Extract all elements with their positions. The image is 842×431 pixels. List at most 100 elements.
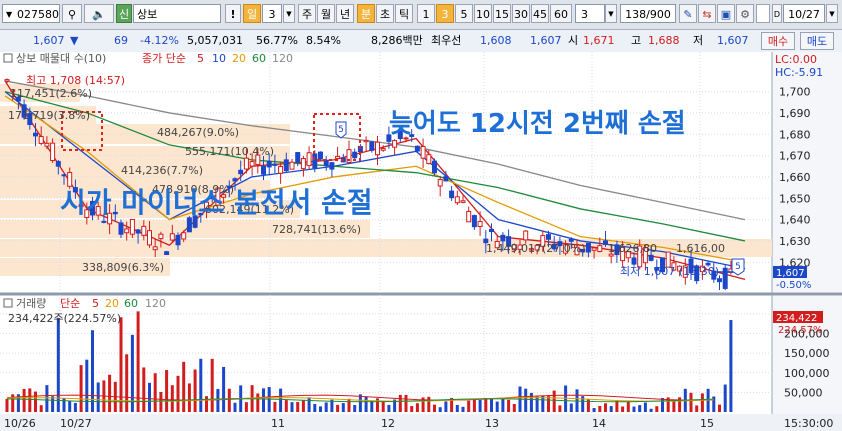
turnover-pct: 8.54% — [306, 34, 341, 47]
interval-30[interactable]: 30 — [512, 4, 530, 23]
ma-60: 60 — [252, 52, 266, 65]
volume-bar — [621, 406, 625, 412]
candle-body — [261, 165, 266, 175]
ma-label: 종가 단순 — [142, 52, 186, 65]
calendar-button[interactable]: D — [772, 4, 782, 23]
lc-label: LC:0.00 — [775, 53, 817, 66]
candle-body — [631, 257, 637, 265]
profile-label-10: 1,626,80 — [608, 242, 657, 255]
interval-10[interactable]: 10 — [474, 4, 492, 23]
last-volume: 234,422주(224.57%) — [8, 312, 121, 325]
candle-body — [272, 163, 278, 166]
annotation-left: 시가 마이너스 본전서 손절 — [60, 186, 373, 219]
vol-ma-20: 20 — [105, 297, 119, 310]
volume-bar — [119, 317, 123, 412]
high-label: 고 — [631, 34, 642, 47]
tab-month[interactable]: 월 — [317, 4, 335, 23]
volume-bar — [176, 375, 180, 412]
interval-3[interactable]: 3 — [436, 4, 454, 23]
volume-bar — [649, 408, 653, 412]
interval-60[interactable]: 60 — [550, 4, 572, 23]
day-count-field[interactable]: 3 — [262, 4, 282, 23]
candle-body — [175, 234, 181, 246]
warning-button[interactable]: ! — [225, 4, 241, 23]
volume-bar — [410, 406, 414, 412]
stock-code-input[interactable]: ▼ 027580 — [2, 4, 60, 23]
date-dropdown[interactable]: ▼ — [826, 4, 838, 23]
vol-pct-tag: 224.57% — [778, 325, 823, 336]
interval-45[interactable]: 45 — [531, 4, 549, 23]
candle-body — [152, 246, 158, 251]
tab-tick[interactable]: 틱 — [395, 4, 413, 23]
buy-button[interactable]: 매수 — [761, 32, 795, 50]
page-count-field[interactable]: 138/900 — [620, 4, 676, 23]
tab-second[interactable]: 초 — [376, 4, 394, 23]
tab-minute[interactable]: 분 — [357, 4, 375, 23]
dropdown-icon: ▼ — [6, 10, 13, 19]
volume-bar — [96, 382, 100, 412]
interval-1[interactable]: 1 — [417, 4, 435, 23]
volume-bar — [672, 401, 676, 412]
volume-bar — [358, 394, 362, 412]
tab-year[interactable]: 년 — [336, 4, 354, 23]
candle-body — [489, 228, 494, 233]
volume-bar — [524, 388, 528, 412]
time-label-1026: 10/26 — [4, 417, 36, 430]
candle-body — [591, 247, 597, 251]
day-count-dropdown[interactable]: ▼ — [283, 4, 295, 23]
low-note: 최저 1,607 (15:30) — [620, 265, 719, 278]
interval-stepper[interactable]: 3 — [575, 4, 605, 23]
volume-bar — [495, 401, 499, 412]
quote-bar: 1,607 ▼ 69 -4.12% 5,057,031 56.77% 8.54%… — [0, 30, 842, 53]
tab-week[interactable]: 주 — [298, 4, 316, 23]
candle-body — [124, 228, 130, 234]
low-label: 저 — [693, 34, 704, 47]
interval-15[interactable]: 15 — [493, 4, 511, 23]
price-tick: 1,700 — [779, 86, 811, 99]
time-axis-end: 15:30:00 — [784, 417, 833, 430]
candle-body — [44, 142, 50, 147]
ma-10: 10 — [212, 52, 226, 65]
candle-body — [568, 238, 574, 242]
interval-5[interactable]: 5 — [455, 4, 473, 23]
trade-amount: 8,286백만 — [371, 34, 423, 47]
tab-day[interactable]: 일 — [243, 4, 261, 23]
volume-bar — [638, 405, 642, 412]
tool-button-1[interactable]: ✎ — [679, 4, 697, 23]
stock-name-field[interactable]: 상보 — [133, 4, 221, 23]
profile-label-4: 555,171(10.4%) — [185, 145, 274, 158]
candle-body — [585, 242, 591, 253]
volume-bar — [336, 404, 340, 412]
interval-stepper-dropdown[interactable]: ▼ — [605, 4, 617, 23]
sync-checkbox[interactable] — [756, 4, 770, 23]
volume-bar — [170, 385, 174, 412]
volume-bar — [85, 359, 89, 412]
toggle-icon[interactable] — [3, 53, 13, 63]
speaker-button[interactable]: 🔈 — [84, 4, 114, 23]
tool-button-2[interactable]: ⇆ — [698, 4, 716, 23]
volume-tick: 100,000 — [784, 367, 830, 380]
volume-bar — [165, 370, 169, 412]
candle-body — [55, 161, 61, 167]
save-button[interactable]: ▣ — [717, 4, 735, 23]
last-pct-tag: -0.50% — [776, 280, 811, 291]
time-axis-bg — [0, 414, 842, 431]
volume-bar — [148, 382, 151, 412]
candle-body — [329, 162, 335, 170]
volume-bar — [604, 403, 607, 412]
volume-bar — [461, 406, 465, 412]
candle-body — [289, 161, 295, 170]
candle-body — [471, 215, 477, 228]
low-price: 1,607 — [717, 34, 749, 47]
volume-bar — [689, 392, 693, 412]
volume-bar — [45, 385, 49, 412]
candle-body — [306, 152, 312, 167]
profile-label-3: 484,267(9.0%) — [157, 126, 239, 139]
toggle-icon[interactable] — [3, 298, 13, 308]
date-field[interactable]: 10/27 — [783, 4, 825, 23]
sell-button[interactable]: 매도 — [800, 32, 834, 50]
volume-bar — [39, 405, 43, 412]
search-button[interactable]: ⚲ — [62, 4, 82, 23]
settings-button[interactable]: ⚙ — [736, 4, 754, 23]
profile-label-8: 728,741(13.6%) — [272, 223, 361, 236]
